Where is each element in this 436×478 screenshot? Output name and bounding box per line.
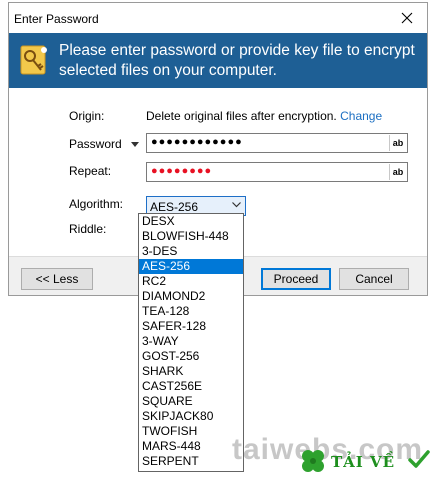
banner-instruction: Please enter password or provide key fil… bbox=[59, 42, 415, 79]
show-password-toggle[interactable]: ab bbox=[389, 135, 406, 151]
close-button[interactable] bbox=[387, 3, 427, 33]
clover-icon bbox=[302, 450, 324, 472]
algorithm-option[interactable]: RC2 bbox=[139, 274, 243, 289]
change-origin-link[interactable]: Change bbox=[340, 109, 382, 123]
algorithm-option[interactable]: TEA-128 bbox=[139, 304, 243, 319]
origin-description: Delete original files after encryption. bbox=[146, 109, 337, 123]
repeat-password-input[interactable]: ●●●●●●●● ab bbox=[146, 162, 408, 182]
window-title: Enter Password bbox=[14, 12, 99, 26]
repeat-label: Repeat: bbox=[69, 164, 112, 178]
algorithm-dropdown-list: DESX BLOWFISH-448 3-DES AES-256 RC2 DIAMOND2 T… bbox=[138, 213, 244, 472]
lock-key-icon bbox=[20, 45, 47, 75]
algorithm-option[interactable]: SAFER-128 bbox=[139, 319, 243, 334]
algorithm-option[interactable]: 3-WAY bbox=[139, 334, 243, 349]
password-value: ●●●●●●●●●●●● bbox=[151, 136, 243, 148]
algorithm-label: Algorithm: bbox=[69, 197, 124, 211]
repeat-value: ●●●●●●●● bbox=[151, 165, 213, 177]
riddle-label: Riddle: bbox=[69, 222, 107, 236]
password-input[interactable]: ●●●●●●●●●●●● ab bbox=[146, 133, 408, 153]
algorithm-option[interactable]: SERPENT bbox=[139, 454, 243, 469]
origin-value: Delete original files after encryption. … bbox=[146, 109, 382, 123]
cancel-button[interactable]: Cancel bbox=[339, 268, 409, 290]
close-icon bbox=[401, 12, 413, 24]
algorithm-option[interactable]: GOST-256 bbox=[139, 349, 243, 364]
algorithm-option[interactable]: AES-256 bbox=[139, 259, 243, 274]
algorithm-option[interactable]: TWOFISH bbox=[139, 424, 243, 439]
less-button[interactable]: << Less bbox=[21, 268, 93, 290]
algorithm-option[interactable]: SHARK bbox=[139, 364, 243, 379]
algorithm-selected-value: AES-256 bbox=[150, 200, 199, 214]
algorithm-option[interactable]: 3-DES bbox=[139, 244, 243, 259]
algorithm-option[interactable]: MARS-448 bbox=[139, 439, 243, 454]
show-repeat-toggle[interactable]: ab bbox=[389, 164, 406, 180]
title-bar: Enter Password bbox=[9, 3, 427, 33]
origin-label: Origin: bbox=[69, 109, 105, 123]
chevron-down-icon bbox=[131, 141, 140, 147]
chevron-down-icon bbox=[232, 202, 241, 208]
checkmark-icon bbox=[408, 450, 430, 468]
algorithm-option[interactable]: DESX bbox=[139, 214, 243, 229]
algorithm-option[interactable]: SKIPJACK80 bbox=[139, 409, 243, 424]
algorithm-option[interactable]: SQUARE bbox=[139, 394, 243, 409]
password-label: Password bbox=[69, 137, 122, 151]
taive-brand: TẢI VỀ bbox=[331, 453, 396, 471]
algorithm-option[interactable]: CAST256E bbox=[139, 379, 243, 394]
header-banner: Please enter password or provide key fil… bbox=[9, 33, 427, 88]
algorithm-option[interactable]: BLOWFISH-448 bbox=[139, 229, 243, 244]
proceed-button[interactable]: Proceed bbox=[261, 268, 331, 290]
password-mode-dropdown[interactable]: Password bbox=[69, 137, 140, 151]
algorithm-option[interactable]: DIAMOND2 bbox=[139, 289, 243, 304]
